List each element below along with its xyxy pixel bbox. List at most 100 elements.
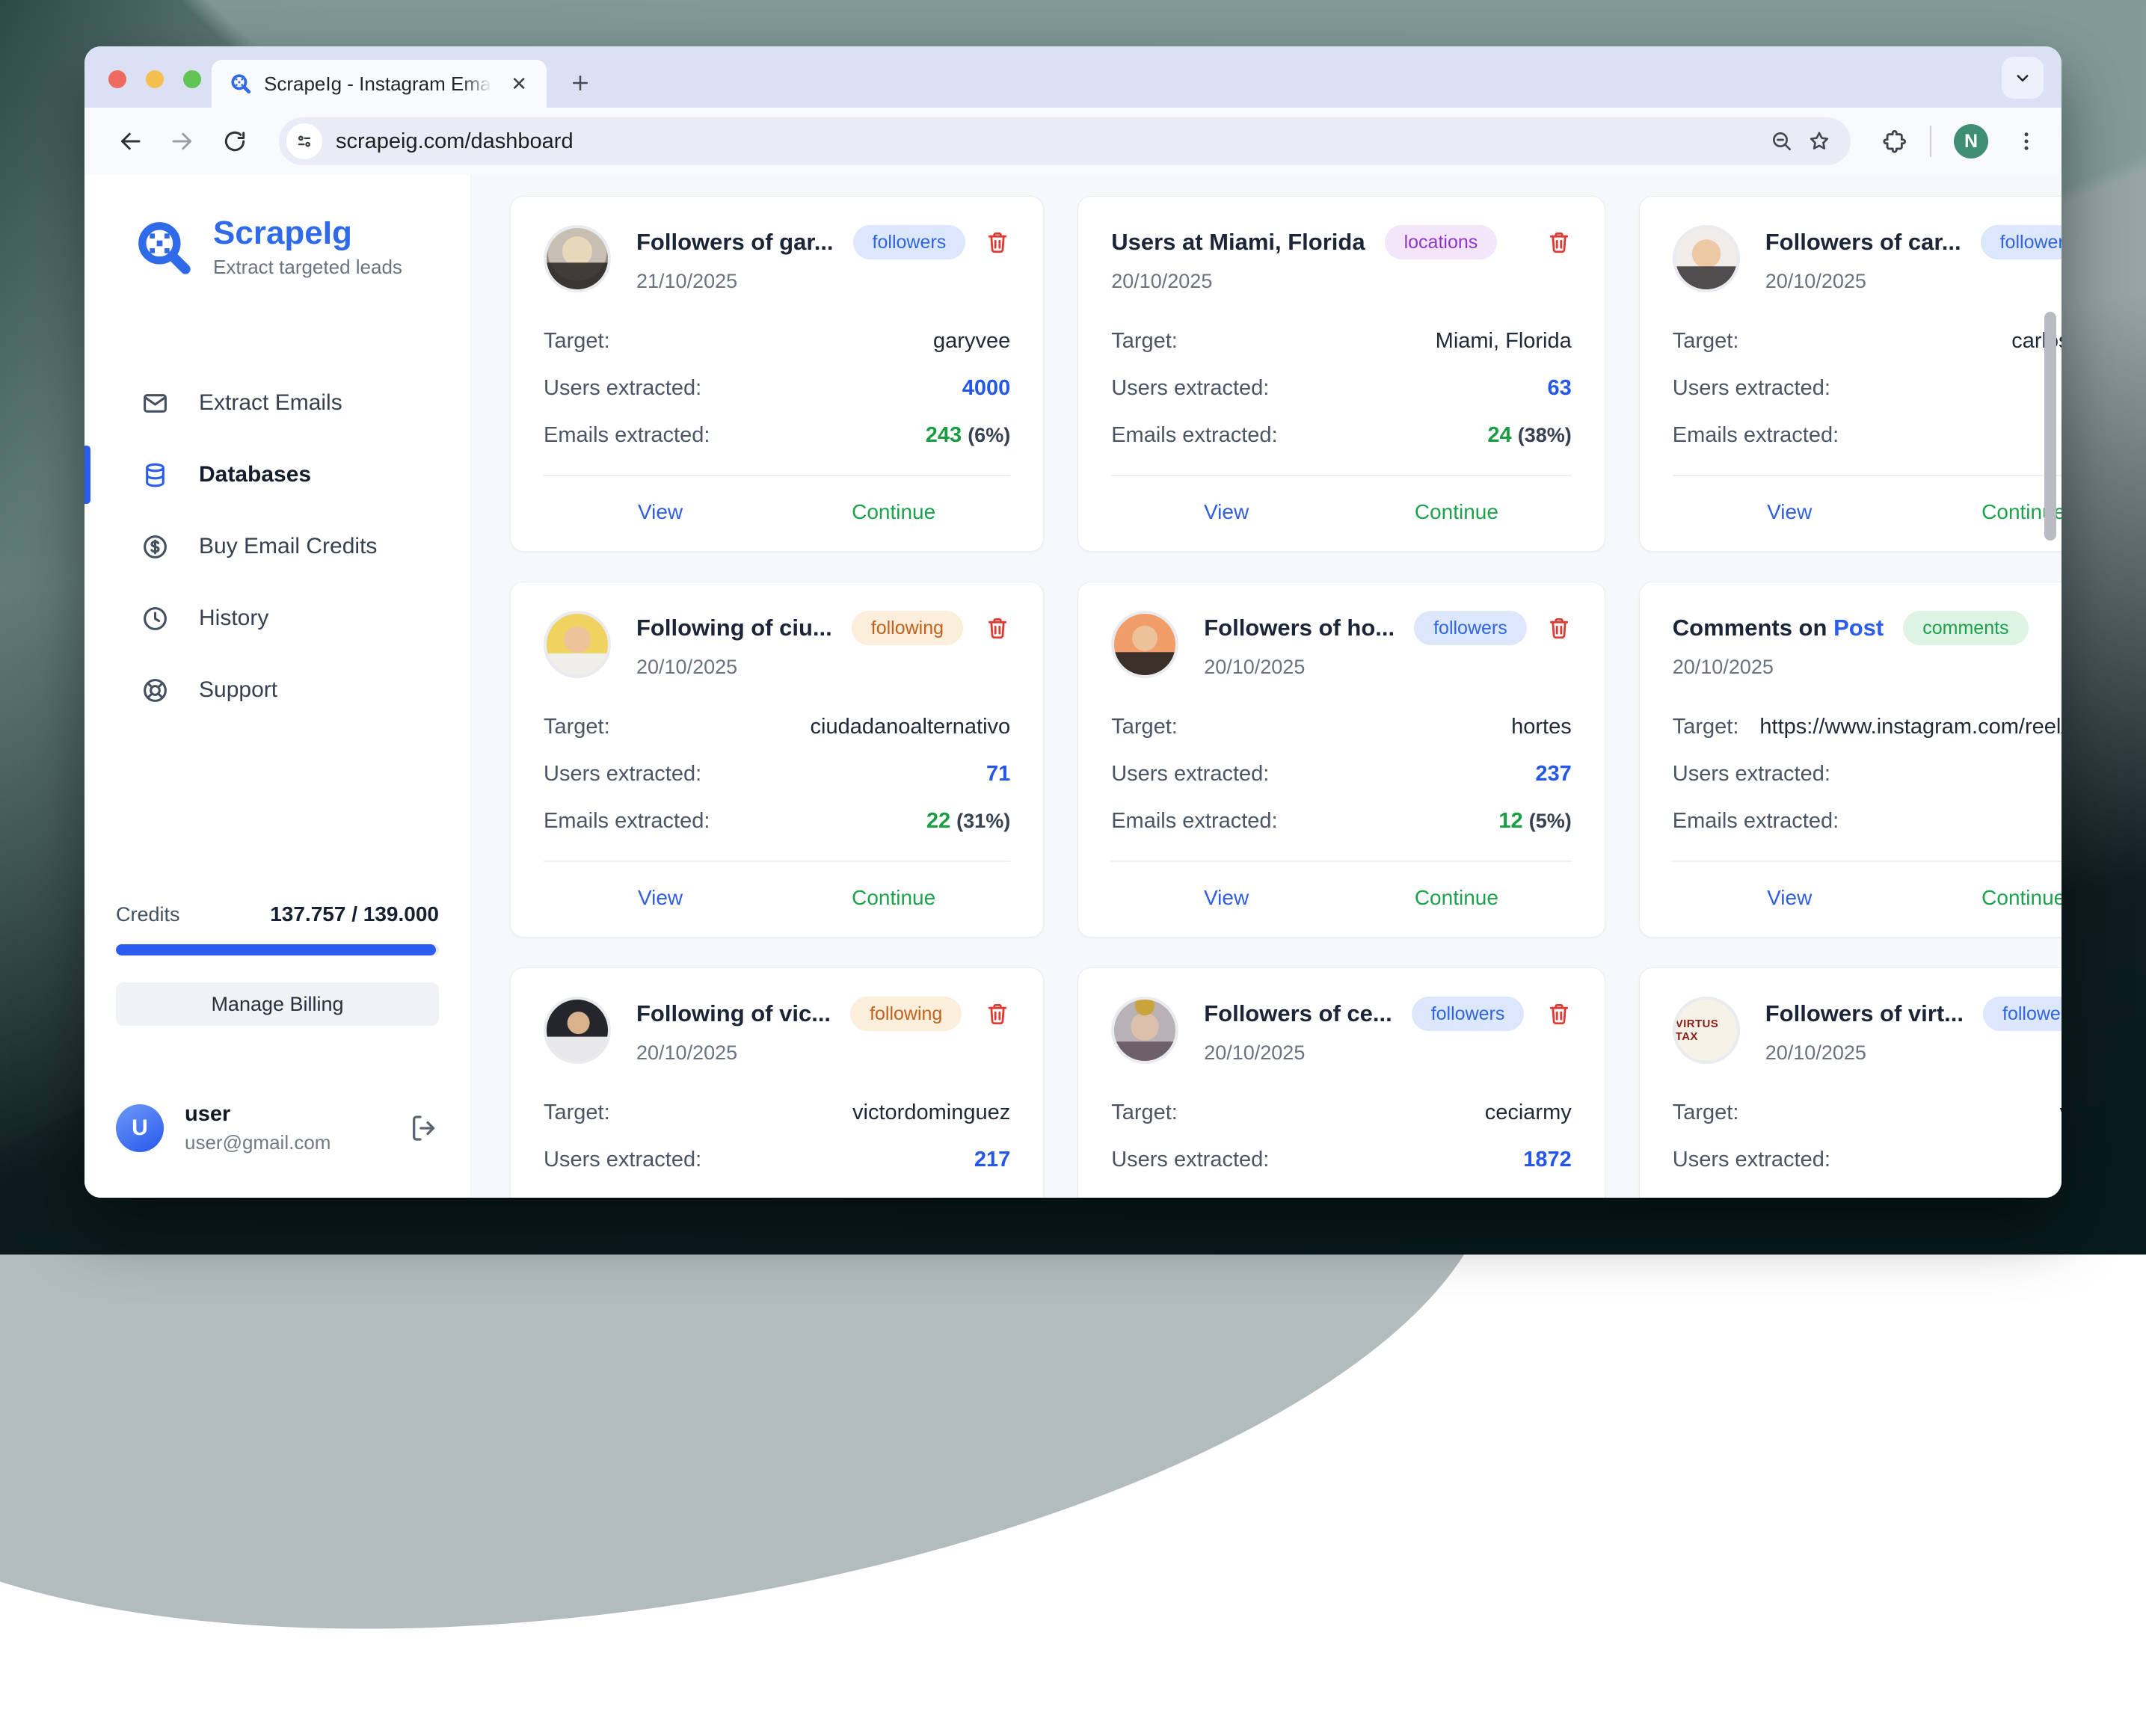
view-link[interactable]: View xyxy=(1673,500,1907,524)
target-value: hortes xyxy=(1193,715,1572,739)
credits-progress-fill xyxy=(116,944,436,955)
type-badge: following xyxy=(852,611,963,645)
profile-avatar xyxy=(1111,997,1178,1064)
extensions-icon[interactable] xyxy=(1882,129,1907,154)
target-value: carlos.adams xyxy=(1753,329,2062,354)
sidebar-item-history[interactable]: History xyxy=(84,582,470,654)
emails-extracted-label: Emails extracted: xyxy=(544,1195,710,1198)
dollar-circle-icon xyxy=(141,533,169,561)
view-link[interactable]: View xyxy=(1673,886,1907,910)
card-date: 20/10/2025 xyxy=(1673,656,2062,679)
users-extracted-value: 220 xyxy=(1845,376,2062,401)
manage-billing-button[interactable]: Manage Billing xyxy=(116,982,439,1026)
scrapeig-favicon xyxy=(230,73,252,95)
continue-link[interactable]: Continue xyxy=(1907,500,2062,524)
window-controls xyxy=(108,70,201,88)
users-extracted-label: Users extracted: xyxy=(1111,1148,1269,1172)
minimize-window-button[interactable] xyxy=(146,70,164,88)
target-label: Target: xyxy=(544,715,610,739)
emails-extracted-value: 40 (2%) xyxy=(1293,1195,1572,1198)
target-value: ciudadanoalternativo xyxy=(625,715,1011,739)
credits-label: Credits xyxy=(116,903,180,926)
extraction-card: Users at Miami, Florida locations 20/10/… xyxy=(1077,196,1605,552)
delete-button[interactable] xyxy=(1546,230,1572,255)
emails-extracted-label: Emails extracted: xyxy=(1673,1195,1839,1198)
browser-profile-avatar[interactable]: N xyxy=(1954,124,1988,158)
site-settings-icon[interactable] xyxy=(286,123,322,159)
delete-button[interactable] xyxy=(985,1001,1010,1026)
emails-extracted-value: 72 (33%) xyxy=(725,1195,1010,1198)
profile-avatar xyxy=(1111,611,1178,678)
emails-extracted-label: Emails extracted: xyxy=(1111,809,1277,834)
sidebar-item-buy-email-credits[interactable]: Buy Email Credits xyxy=(84,511,470,582)
target-label: Target: xyxy=(1673,1101,1739,1125)
card-title: Followers of car... xyxy=(1765,229,1961,256)
sidebar-item-extract-emails[interactable]: Extract Emails xyxy=(84,367,470,439)
browser-tabstrip: ScrapeIg - Instagram Email Ex ✕ xyxy=(84,46,2062,108)
tab-search-button[interactable] xyxy=(2002,57,2044,99)
continue-link[interactable]: Continue xyxy=(1907,886,2062,910)
view-link[interactable]: View xyxy=(1111,886,1341,910)
card-date: 20/10/2025 xyxy=(1111,270,1572,293)
user-avatar: U xyxy=(116,1104,164,1152)
card-date: 20/10/2025 xyxy=(1765,1041,2062,1065)
extraction-card: Followers of ho... followers 20/10/2025 … xyxy=(1077,582,1605,938)
zoom-out-icon[interactable] xyxy=(1770,129,1794,153)
close-window-button[interactable] xyxy=(108,70,126,88)
extraction-card: Following of ciu... following 20/10/2025 xyxy=(510,582,1044,938)
url-text[interactable]: scrapeig.com/dashboard xyxy=(336,129,1756,154)
card-date: 21/10/2025 xyxy=(636,270,1010,293)
delete-button[interactable] xyxy=(1546,615,1572,641)
target-value: garyvee xyxy=(625,329,1011,354)
users-extracted-value: 71 xyxy=(716,762,1010,787)
browser-toolbar: scrapeig.com/dashboard N xyxy=(84,108,2062,175)
scrollbar-thumb[interactable] xyxy=(2044,312,2056,541)
target-label: Target: xyxy=(1111,715,1178,739)
continue-link[interactable]: Continue xyxy=(777,500,1010,524)
users-extracted-value: 237 xyxy=(1284,762,1571,787)
users-extracted-label: Users extracted: xyxy=(1673,762,1830,787)
tab-title: ScrapeIg - Instagram Email Ex xyxy=(264,73,494,96)
continue-link[interactable]: Continue xyxy=(777,886,1010,910)
life-buoy-icon xyxy=(141,677,169,704)
forward-button[interactable] xyxy=(159,118,206,164)
logout-icon[interactable] xyxy=(409,1113,439,1143)
post-link[interactable]: Post xyxy=(1833,615,1884,641)
browser-tab-active[interactable]: ScrapeIg - Instagram Email Ex ✕ xyxy=(212,60,547,108)
users-extracted-label: Users extracted: xyxy=(544,1148,701,1172)
users-extracted-value: 41 xyxy=(1845,762,2062,787)
card-date: 20/10/2025 xyxy=(636,656,1010,679)
bookmark-star-icon[interactable] xyxy=(1807,129,1831,153)
reload-button[interactable] xyxy=(212,118,258,164)
emails-extracted-label: Emails extracted: xyxy=(544,423,710,448)
target-value: virtustax xyxy=(1753,1101,2062,1125)
sidebar-item-databases[interactable]: Databases xyxy=(84,439,470,511)
delete-button[interactable] xyxy=(985,615,1010,641)
sidebar-spacer xyxy=(84,726,470,902)
back-button[interactable] xyxy=(107,118,153,164)
browser-menu-icon[interactable] xyxy=(2014,129,2039,154)
users-extracted-value: 63 xyxy=(1284,376,1571,401)
continue-link[interactable]: Continue xyxy=(1341,500,1572,524)
tab-close-icon[interactable]: ✕ xyxy=(506,71,532,97)
card-date: 20/10/2025 xyxy=(1204,656,1572,679)
new-tab-button[interactable] xyxy=(560,63,600,103)
delete-button[interactable] xyxy=(985,230,1010,255)
user-email: user@gmail.com xyxy=(185,1131,388,1154)
envelope-icon xyxy=(141,390,169,417)
users-extracted-label: Users extracted: xyxy=(1673,376,1830,401)
view-link[interactable]: View xyxy=(544,886,777,910)
sidebar-item-support[interactable]: Support xyxy=(84,654,470,726)
type-badge: locations xyxy=(1385,225,1498,259)
url-bar[interactable]: scrapeig.com/dashboard xyxy=(279,117,1851,165)
type-badge: following xyxy=(850,997,962,1031)
type-badge: followers xyxy=(1981,225,2062,259)
delete-button[interactable] xyxy=(1546,1001,1572,1026)
emails-extracted-value: 24 (38%) xyxy=(1293,423,1572,448)
view-link[interactable]: View xyxy=(1111,500,1341,524)
card-date: 20/10/2025 xyxy=(1765,270,2062,293)
extraction-card: VIRTUS TAX Followers of virt... follower… xyxy=(1639,967,2062,1198)
fullscreen-window-button[interactable] xyxy=(183,70,201,88)
continue-link[interactable]: Continue xyxy=(1341,886,1572,910)
view-link[interactable]: View xyxy=(544,500,777,524)
